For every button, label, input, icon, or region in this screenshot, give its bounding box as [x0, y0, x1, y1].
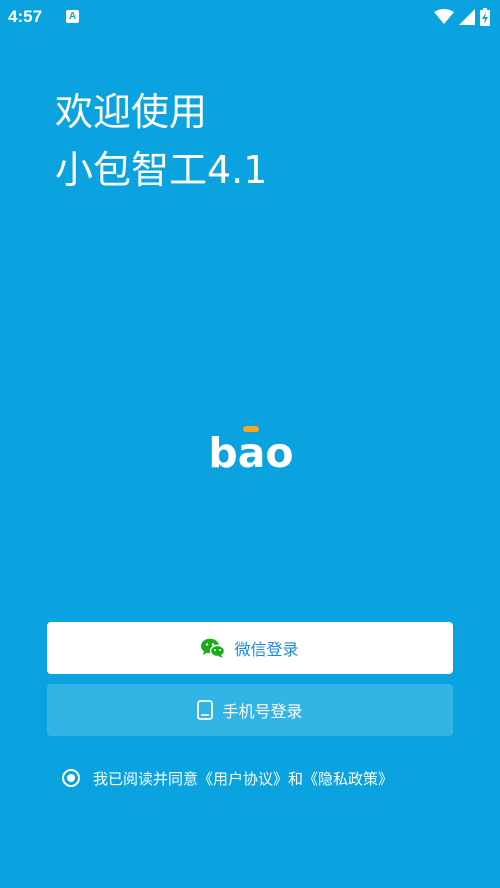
status-icons — [434, 7, 490, 27]
agreement-conjunction: 和 — [288, 769, 304, 788]
welcome-line-2: 小包智工4.1 — [55, 148, 268, 192]
phone-login-button[interactable]: 手机号登录 — [47, 684, 453, 736]
bao-logo: bao — [208, 426, 294, 472]
status-time: 4:57 — [8, 7, 43, 26]
signal-icon — [459, 9, 475, 25]
wechat-login-label: 微信登录 — [234, 640, 299, 659]
logo-text: bao — [208, 429, 293, 472]
agreement-prefix: 我已阅读并同意 — [93, 769, 199, 788]
privacy-policy-link[interactable]: 《隐私政策》 — [303, 768, 393, 789]
phone-icon — [197, 700, 214, 720]
welcome-line-1: 欢迎使用 — [55, 90, 208, 134]
wechat-login-button[interactable]: 微信登录 — [47, 622, 453, 674]
phone-login-label: 手机号登录 — [222, 702, 303, 721]
welcome-heading: 欢迎使用 小包智工4.1 — [55, 83, 267, 199]
status-bar: 4:57 A — [0, 0, 500, 34]
wechat-icon — [201, 638, 226, 658]
wifi-icon — [434, 9, 454, 24]
battery-charging-icon — [480, 8, 490, 26]
user-agreement-link[interactable]: 《用户协议》 — [198, 768, 288, 789]
agreement-radio[interactable] — [62, 769, 80, 787]
agreement-row: 我已阅读并同意 《用户协议》 和 《隐私政策》 — [62, 767, 393, 789]
notification-a-icon: A — [66, 10, 79, 23]
